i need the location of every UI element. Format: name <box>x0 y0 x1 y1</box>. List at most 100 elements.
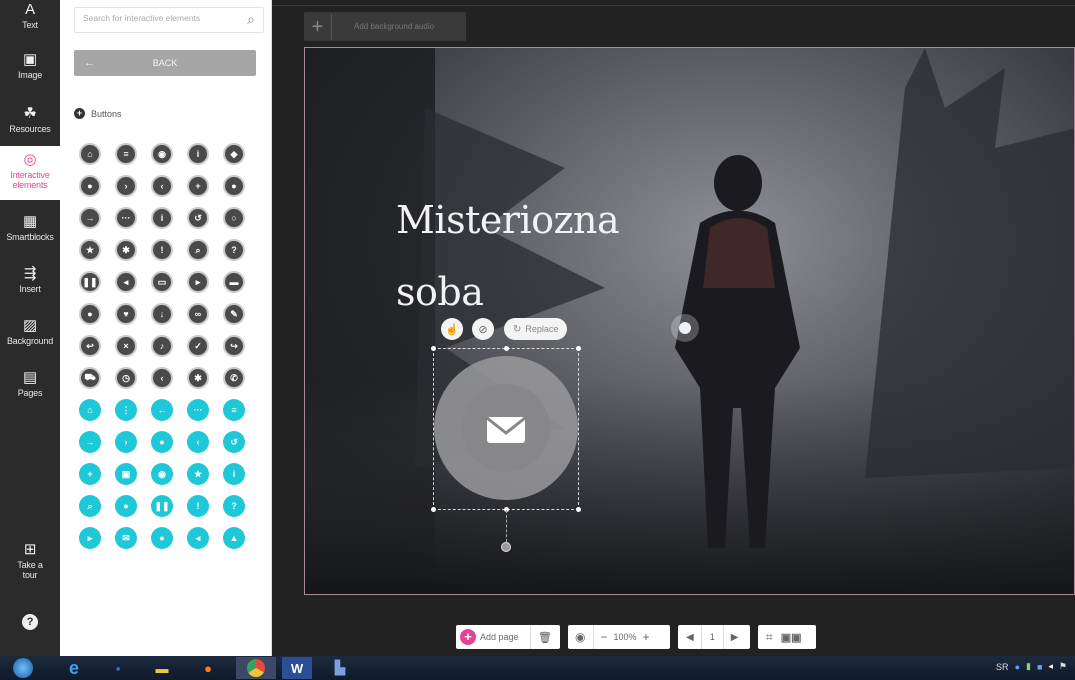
arrow-left-teal-button-icon[interactable]: ← <box>151 399 173 421</box>
image-teal-button-icon[interactable]: ▲ <box>223 527 245 549</box>
menu-button-icon[interactable]: ≡ <box>115 143 137 165</box>
alert-button-icon[interactable]: ! <box>151 239 173 261</box>
replace-button[interactable]: ↻ Replace <box>504 318 568 340</box>
rail-item-interactive-elements[interactable]: ◎ Interactive elements <box>0 146 60 200</box>
check-button-icon[interactable]: ✓ <box>187 335 209 357</box>
page-number[interactable]: 1 <box>710 632 715 642</box>
link-button-icon[interactable]: ∞ <box>187 303 209 325</box>
undo-button-icon[interactable]: ↺ <box>187 207 209 229</box>
circle-button-icon[interactable]: ○ <box>223 207 245 229</box>
title-line-1[interactable]: Misteriozna <box>396 198 620 242</box>
save-app-icon[interactable]: ▪ <box>104 657 132 679</box>
bell-button-icon[interactable]: ♪ <box>151 335 173 357</box>
clock-button-icon[interactable]: ◷ <box>115 367 137 389</box>
rail-item-resources[interactable]: ☘ Resources <box>0 106 60 142</box>
rotate-handle[interactable] <box>501 542 511 552</box>
plus-teal-button-icon[interactable]: + <box>79 463 101 485</box>
vertical-dots-teal-button-icon[interactable]: ⋮ <box>115 399 137 421</box>
reply-button-icon[interactable]: ↩ <box>79 335 101 357</box>
search-teal-button-icon[interactable]: ⌕ <box>79 495 101 517</box>
volume-icon[interactable]: ◂ <box>1048 661 1053 672</box>
no-click-icon[interactable]: ⊘ <box>472 318 494 340</box>
back-button[interactable]: ← BACK <box>74 50 256 76</box>
trash-icon[interactable]: 🗑 <box>538 631 552 644</box>
print-button-icon[interactable]: ▭ <box>151 271 173 293</box>
mail-button-element[interactable] <box>433 348 579 510</box>
record-button-icon[interactable]: ● <box>79 303 101 325</box>
rail-item-image[interactable]: ▣ Image <box>0 52 60 88</box>
network-icon[interactable]: ● <box>1015 662 1020 672</box>
forward-button-icon[interactable]: ↪ <box>223 335 245 357</box>
arrow-right-button-icon[interactable]: → <box>79 207 101 229</box>
grid-view-icon[interactable]: ▣▣ <box>781 631 802 644</box>
zoom-in-icon[interactable]: + <box>643 630 650 644</box>
volume-teal-button-icon[interactable]: ◂ <box>187 527 209 549</box>
resize-handle[interactable] <box>431 507 436 512</box>
play-button-icon[interactable]: ▸ <box>187 271 209 293</box>
star-teal-button-icon[interactable]: ★ <box>187 463 209 485</box>
cart-button-icon[interactable]: ⛟ <box>79 367 101 389</box>
flag-icon[interactable]: ⚑ <box>1059 661 1067 672</box>
star-button-icon[interactable]: ★ <box>79 239 101 261</box>
resize-handle[interactable] <box>576 507 581 512</box>
edit-button-icon[interactable]: ✎ <box>223 303 245 325</box>
plus-button-icon[interactable]: + <box>187 175 209 197</box>
rail-item-insert[interactable]: ⇶ Insert <box>0 266 60 302</box>
rail-item-take-a-tour[interactable]: ⊞ Take a tour <box>0 542 60 588</box>
add-page-icon[interactable]: + <box>460 629 476 645</box>
chrome-icon[interactable] <box>236 657 276 679</box>
word-icon[interactable]: W <box>282 657 312 679</box>
info-alt-button-icon[interactable]: i <box>151 207 173 229</box>
eye-button-icon[interactable]: ◉ <box>151 143 173 165</box>
chevron-left-button-icon[interactable]: ‹ <box>151 175 173 197</box>
next-page-icon[interactable]: ▶ <box>731 632 739 643</box>
mail-teal-button-icon[interactable]: ✉ <box>115 527 137 549</box>
add-page-label[interactable]: Add page <box>480 632 530 642</box>
more-teal-button-icon[interactable]: ··· <box>187 399 209 421</box>
crop-icon[interactable]: ⌗ <box>766 630 773 645</box>
chevron-right-teal-button-icon[interactable]: › <box>115 431 137 453</box>
shield-icon[interactable]: ■ <box>1037 662 1042 672</box>
alert-teal-button-icon[interactable]: ! <box>187 495 209 517</box>
info-teal-button-icon[interactable]: i <box>223 463 245 485</box>
start-button-icon[interactable] <box>8 657 38 679</box>
lock-teal-button-icon[interactable]: ▣ <box>115 463 137 485</box>
user-teal-button-icon[interactable]: ● <box>115 495 137 517</box>
search-icon[interactable]: ⌕ <box>247 11 255 28</box>
info-button-icon[interactable]: i <box>187 143 209 165</box>
eye-teal-button-icon[interactable]: ◉ <box>151 463 173 485</box>
tray-language[interactable]: SR <box>996 662 1009 672</box>
settings-button-icon[interactable]: ✱ <box>115 239 137 261</box>
more-button-icon[interactable]: ··· <box>115 207 137 229</box>
search-input[interactable] <box>83 13 233 23</box>
add-audio-bar[interactable]: + Add background audio <box>304 12 466 41</box>
rail-item-background[interactable]: ▨ Background <box>0 318 60 354</box>
play-teal-button-icon[interactable]: ▸ <box>79 527 101 549</box>
back-button-icon[interactable]: ◂ <box>115 271 137 293</box>
selection-box[interactable] <box>431 346 581 512</box>
chevron-right-button-icon[interactable]: › <box>115 175 137 197</box>
home-teal-button-icon[interactable]: ⌂ <box>79 399 101 421</box>
pause-button-icon[interactable]: ❚❚ <box>79 271 101 293</box>
firefox-icon[interactable]: ● <box>194 657 222 679</box>
resize-handle[interactable] <box>576 346 581 351</box>
prev-page-icon[interactable]: ◀ <box>686 632 694 643</box>
title-line-2[interactable]: soba <box>396 270 484 314</box>
phone-button-icon[interactable]: ✆ <box>223 367 245 389</box>
gear-button-icon[interactable]: ✱ <box>187 367 209 389</box>
home-button-icon[interactable]: ⌂ <box>79 143 101 165</box>
resize-handle[interactable] <box>504 346 509 351</box>
share-button-icon[interactable]: ‹ <box>151 367 173 389</box>
rail-item-smartblocks[interactable]: ▦ Smartblocks <box>0 214 60 250</box>
person-button-icon[interactable]: ● <box>223 175 245 197</box>
undo-teal-button-icon[interactable]: ↺ <box>223 431 245 453</box>
battery-icon[interactable]: ▮ <box>1026 661 1031 672</box>
close-button-icon[interactable]: × <box>115 335 137 357</box>
download-button-icon[interactable]: ↓ <box>151 303 173 325</box>
folder-icon[interactable]: ▬ <box>148 657 176 679</box>
zoom-out-icon[interactable]: − <box>600 630 607 644</box>
question-button-icon[interactable]: ? <box>223 239 245 261</box>
hand-pointer-icon[interactable]: ☝ <box>441 318 463 340</box>
user-button-icon[interactable]: ● <box>79 175 101 197</box>
eye-icon[interactable]: ◉ <box>575 630 585 644</box>
